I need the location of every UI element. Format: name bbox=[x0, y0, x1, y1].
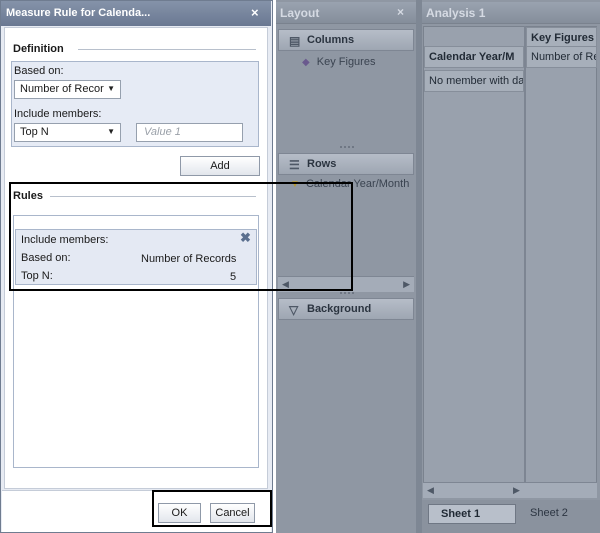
rules-divider bbox=[50, 196, 256, 197]
definition-legend: Definition bbox=[13, 43, 64, 55]
scroll-left-icon[interactable]: ◀ bbox=[427, 485, 434, 496]
layout-panel-title: Layout bbox=[280, 6, 320, 20]
scroll-right-icon[interactable]: ▶ bbox=[513, 485, 520, 496]
grid-row-empty: No member with da bbox=[424, 70, 524, 92]
include-members-label: Include members: bbox=[14, 108, 102, 120]
rules-legend: Rules bbox=[13, 190, 43, 202]
based-on-label: Based on: bbox=[14, 65, 64, 77]
dialog-close-icon[interactable]: × bbox=[251, 5, 259, 20]
value-1-input[interactable]: Value 1 bbox=[136, 123, 243, 142]
rows-splitter[interactable] bbox=[340, 292, 354, 295]
rule-based-on-label: Based on: bbox=[21, 252, 71, 264]
columns-section-header[interactable]: ▤ Columns bbox=[278, 29, 414, 51]
crosstab-grid bbox=[423, 26, 597, 498]
grid-horizontal-scrollbar[interactable]: ◀ ▶ bbox=[423, 482, 597, 498]
rule-include-label: Include members: bbox=[21, 234, 109, 246]
add-button[interactable]: Add bbox=[180, 156, 260, 176]
remove-rule-icon[interactable]: ✖ bbox=[240, 230, 251, 246]
based-on-value: Number of Recor bbox=[20, 83, 104, 95]
definition-divider bbox=[78, 49, 256, 50]
chevron-down-icon: ▼ bbox=[107, 84, 115, 93]
scroll-right-icon[interactable]: ▶ bbox=[403, 279, 410, 290]
chevron-down-icon: ▼ bbox=[107, 127, 115, 136]
rule-based-on-value: Number of Records bbox=[141, 253, 237, 265]
ok-button[interactable]: OK bbox=[158, 503, 201, 523]
rows-icon: ☰ bbox=[289, 158, 300, 172]
dialog-title: Measure Rule for Calenda... bbox=[6, 7, 151, 19]
filter-icon: ▽ bbox=[289, 303, 299, 317]
dimension-icon: ▼ bbox=[290, 179, 300, 190]
rows-section-header[interactable]: ☰ Rows bbox=[278, 153, 414, 175]
rule-topn-value: 5 bbox=[230, 271, 237, 283]
grid-header-calendar[interactable]: Calendar Year/M bbox=[424, 46, 524, 68]
tab-sheet-2[interactable]: Sheet 2 bbox=[518, 504, 596, 524]
measure-icon: ◆ bbox=[302, 57, 310, 68]
columns-splitter[interactable] bbox=[340, 146, 354, 149]
tab-sheet-1[interactable]: Sheet 1 bbox=[428, 504, 516, 524]
include-members-select[interactable]: Top N ▼ bbox=[14, 123, 121, 142]
calendar-year-month-item[interactable]: ▼ Calendar Year/Month bbox=[290, 178, 409, 190]
analysis-panel-title: Analysis 1 bbox=[426, 6, 486, 20]
columns-icon: ▤ bbox=[289, 34, 301, 48]
scroll-left-icon[interactable]: ◀ bbox=[282, 279, 289, 290]
background-section-header[interactable]: ▽ Background bbox=[278, 298, 414, 320]
based-on-select[interactable]: Number of Recor ▼ bbox=[14, 80, 121, 99]
rows-horizontal-scrollbar[interactable]: ◀ ▶ bbox=[278, 276, 414, 292]
layout-panel bbox=[276, 0, 416, 533]
columns-section-title: Columns bbox=[307, 34, 355, 46]
include-members-value: Top N bbox=[20, 126, 49, 138]
grid-header-key-figures[interactable]: Key Figures bbox=[526, 27, 597, 47]
cancel-button[interactable]: Cancel bbox=[210, 503, 255, 523]
rule-topn-label: Top N: bbox=[21, 270, 53, 282]
grid-column-separator bbox=[524, 26, 526, 498]
grid-subheader-measure[interactable]: Number of Re bbox=[526, 46, 597, 68]
rows-section-title: Rows bbox=[307, 158, 337, 170]
key-figures-item[interactable]: ◆ Key Figures bbox=[302, 56, 375, 68]
background-section-title: Background bbox=[307, 303, 372, 315]
layout-panel-close-icon[interactable]: × bbox=[397, 5, 404, 19]
